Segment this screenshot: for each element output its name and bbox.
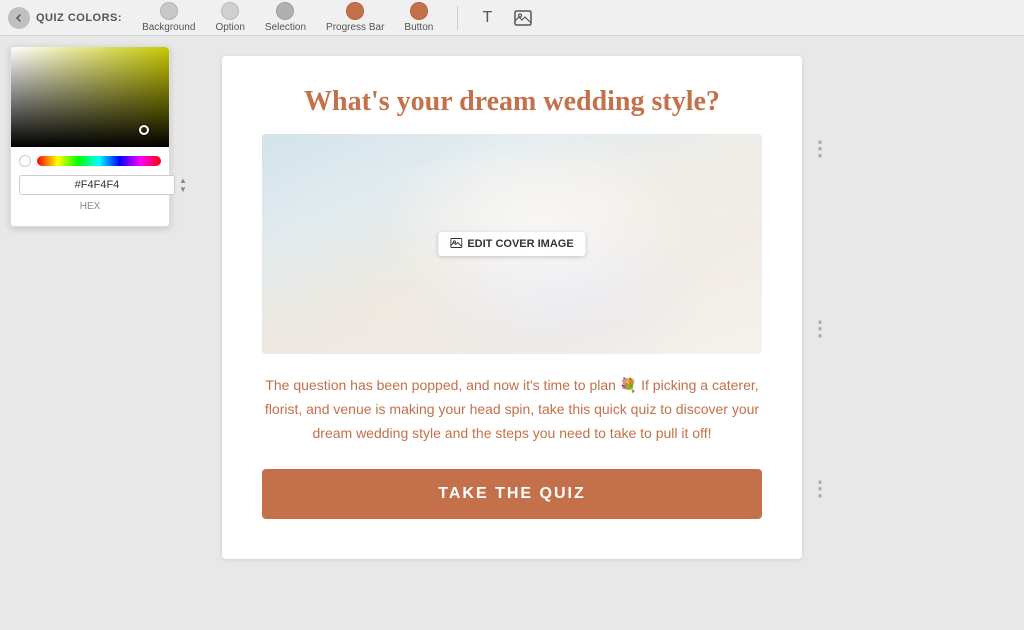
progress-bar-label: Progress Bar <box>326 22 384 33</box>
quiz-colors-label: QUIZ COLORS: <box>36 12 122 24</box>
edit-cover-icon <box>450 238 462 250</box>
alpha-dot <box>19 155 31 167</box>
quiz-card: What's your dream wedding style? EDIT C <box>222 56 802 559</box>
option-label: Option <box>215 22 244 33</box>
cover-image-wrapper: EDIT COVER IMAGE <box>262 134 762 354</box>
side-dots-bot[interactable]: ⋮ <box>810 476 830 501</box>
hex-row: ▲ ▼ <box>11 171 169 199</box>
hex-arrows: ▲ ▼ <box>179 177 187 194</box>
swatch-button[interactable]: Button <box>394 2 443 33</box>
edit-cover-label: EDIT COVER IMAGE <box>467 238 573 250</box>
background-dot <box>160 2 178 20</box>
hex-input[interactable] <box>19 175 175 195</box>
toolbar: QUIZ COLORS: Background Option Selection… <box>0 0 1024 36</box>
color-picker-panel: ▲ ▼ HEX <box>10 46 170 227</box>
swatch-background[interactable]: Background <box>132 2 205 33</box>
progress-bar-dot <box>346 2 364 20</box>
hue-row <box>11 147 169 171</box>
gradient-canvas[interactable] <box>11 47 169 147</box>
swatch-option[interactable]: Option <box>205 2 254 33</box>
text-icon: T <box>482 9 492 27</box>
swatch-progress-bar[interactable]: Progress Bar <box>316 2 394 33</box>
hex-up-arrow[interactable]: ▲ <box>179 177 187 185</box>
dots-menu-icon-top[interactable]: ⋮ <box>810 138 830 160</box>
button-dot <box>410 2 428 20</box>
quiz-title: What's your dream wedding style? <box>262 86 762 118</box>
dots-menu-icon-bot[interactable]: ⋮ <box>810 478 830 500</box>
gradient-cursor <box>139 125 149 135</box>
option-dot <box>221 2 239 20</box>
take-quiz-button[interactable]: TAKE THE QUIZ <box>262 469 762 519</box>
button-label: Button <box>404 22 433 33</box>
hex-label: HEX <box>11 199 169 214</box>
side-dots-top[interactable]: ⋮ <box>810 136 830 161</box>
selection-dot <box>276 2 294 20</box>
hex-down-arrow[interactable]: ▼ <box>179 186 187 194</box>
main-area: ▲ ▼ HEX What's your dream wedding style? <box>0 36 1024 630</box>
image-icon <box>514 10 532 26</box>
image-format-button[interactable] <box>508 3 538 33</box>
quiz-card-wrapper: What's your dream wedding style? EDIT C <box>222 56 802 559</box>
text-format-button[interactable]: T <box>472 3 502 33</box>
side-dots-mid[interactable]: ⋮ <box>810 316 830 341</box>
hue-slider-container[interactable] <box>37 156 161 166</box>
quiz-description: The question has been popped, and now it… <box>262 374 762 445</box>
dots-menu-icon-mid[interactable]: ⋮ <box>810 318 830 340</box>
selection-label: Selection <box>265 22 306 33</box>
background-label: Background <box>142 22 195 33</box>
edit-cover-button[interactable]: EDIT COVER IMAGE <box>438 232 585 256</box>
back-button[interactable] <box>8 7 30 29</box>
toolbar-left: QUIZ COLORS: Background Option Selection… <box>8 2 1016 33</box>
hue-slider[interactable] <box>37 156 161 166</box>
take-quiz-label: TAKE THE QUIZ <box>438 485 585 502</box>
toolbar-divider <box>457 6 458 30</box>
color-swatch-group: Background Option Selection Progress Bar… <box>132 2 443 33</box>
swatch-selection[interactable]: Selection <box>255 2 316 33</box>
